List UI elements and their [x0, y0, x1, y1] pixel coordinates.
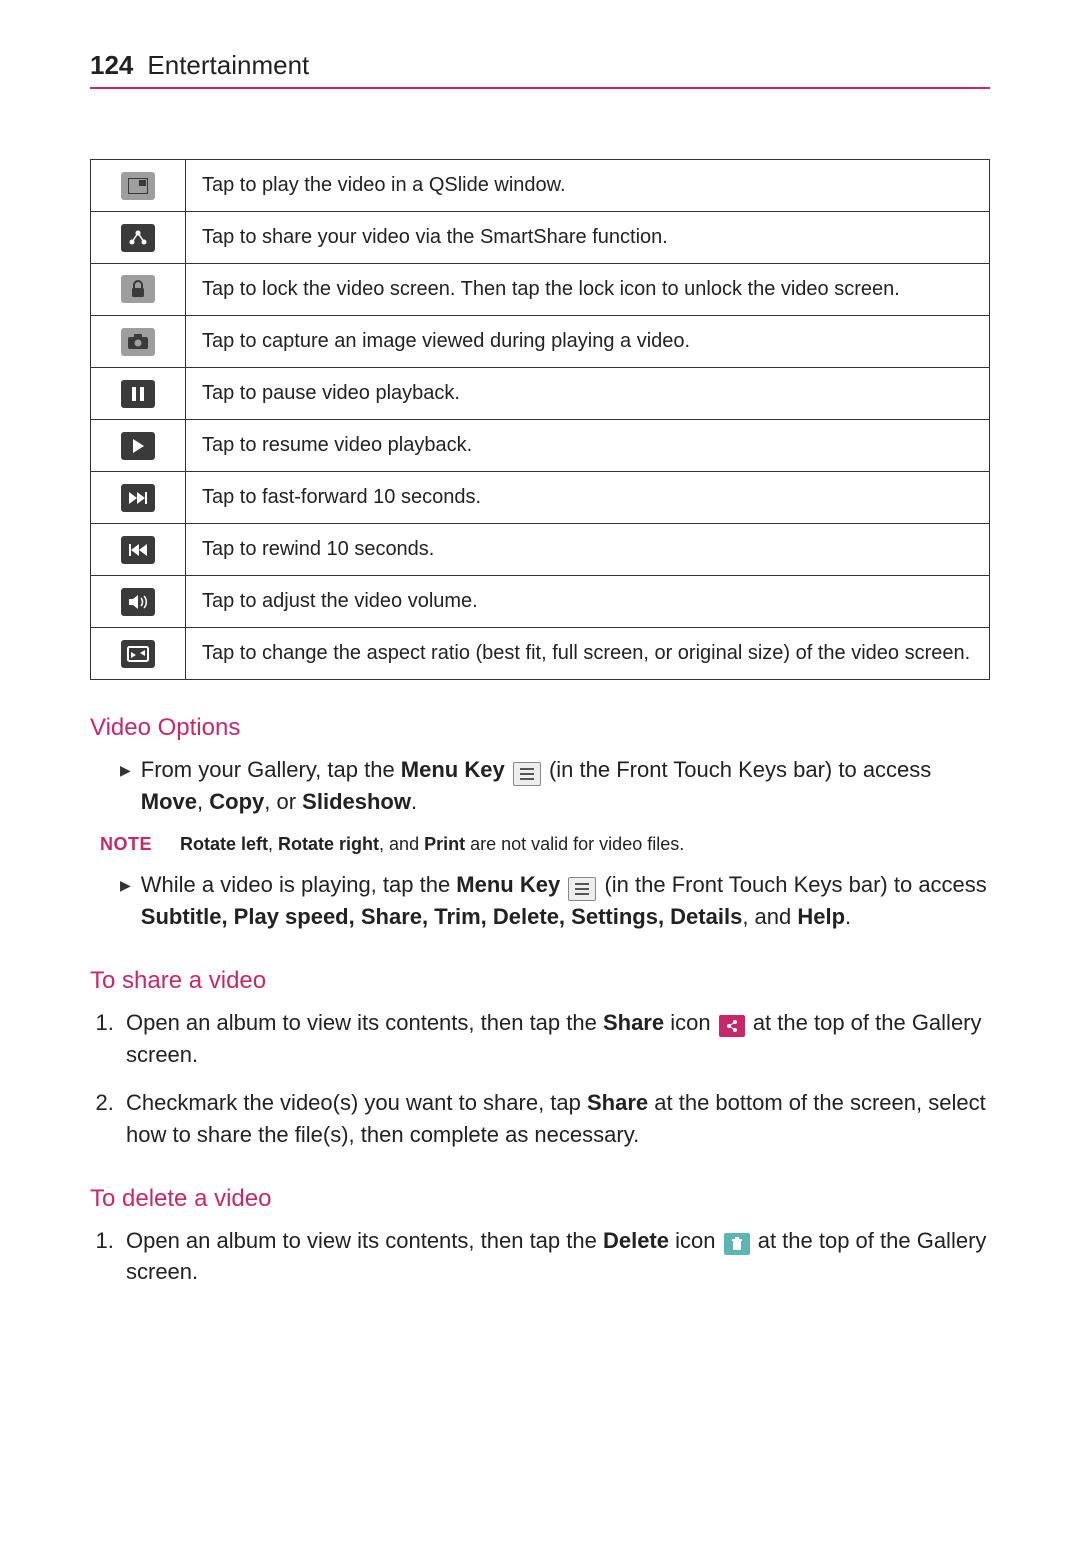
volume-icon-cell — [91, 576, 186, 628]
icon-descriptions-table: Tap to play the video in a QSlide window… — [90, 159, 990, 680]
delete-video-steps: Open an album to view its contents, then… — [90, 1225, 990, 1289]
icon-description: Tap to fast-forward 10 seconds. — [186, 472, 990, 524]
table-row: Tap to pause video playback. — [91, 368, 990, 420]
note-row: NOTE Rotate left, Rotate right, and Prin… — [100, 832, 990, 857]
list-item: Checkmark the video(s) you want to share… — [120, 1087, 990, 1151]
video-options-heading: Video Options — [90, 714, 990, 742]
table-row: Tap to capture an image viewed during pl… — [91, 316, 990, 368]
pause-icon-cell — [91, 368, 186, 420]
table-row: Tap to share your video via the SmartSha… — [91, 212, 990, 264]
table-row: Tap to play the video in a QSlide window… — [91, 160, 990, 212]
aspect-icon — [121, 640, 155, 668]
rwd-icon — [121, 536, 155, 564]
trash-icon — [724, 1233, 750, 1255]
ffwd-icon-cell — [91, 472, 186, 524]
share-icon — [719, 1015, 745, 1037]
capture-icon-cell — [91, 316, 186, 368]
video-options-bullet-2: ▶ While a video is playing, tap the Menu… — [120, 869, 990, 933]
menu-key-icon — [568, 877, 596, 901]
smartshare-icon-cell — [91, 212, 186, 264]
table-row: Tap to change the aspect ratio (best fit… — [91, 628, 990, 680]
pause-icon — [121, 380, 155, 408]
table-row: Tap to rewind 10 seconds. — [91, 524, 990, 576]
delete-video-heading: To delete a video — [90, 1185, 990, 1213]
video-options-bullet-1: ▶ From your Gallery, tap the Menu Key (i… — [120, 754, 990, 818]
icon-description: Tap to change the aspect ratio (best fit… — [186, 628, 990, 680]
play-icon-cell — [91, 420, 186, 472]
page-header: 124 Entertainment — [90, 50, 990, 89]
section-title: Entertainment — [147, 50, 309, 81]
qslide-icon — [121, 172, 155, 200]
icon-description: Tap to share your video via the SmartSha… — [186, 212, 990, 264]
page-number: 124 — [90, 50, 133, 81]
icon-description: Tap to lock the video screen. Then tap t… — [186, 264, 990, 316]
table-row: Tap to lock the video screen. Then tap t… — [91, 264, 990, 316]
menu-key-icon — [513, 762, 541, 786]
table-row: Tap to resume video playback. — [91, 420, 990, 472]
lock-icon-cell — [91, 264, 186, 316]
volume-icon — [121, 588, 155, 616]
manual-page: 124 Entertainment Tap to play the video … — [0, 0, 1080, 1552]
icon-description: Tap to resume video playback. — [186, 420, 990, 472]
ffwd-icon — [121, 484, 155, 512]
icon-description: Tap to adjust the video volume. — [186, 576, 990, 628]
bullet-icon: ▶ — [120, 869, 131, 933]
share-video-heading: To share a video — [90, 967, 990, 995]
share-video-steps: Open an album to view its contents, then… — [90, 1007, 990, 1151]
table-row: Tap to fast-forward 10 seconds. — [91, 472, 990, 524]
rwd-icon-cell — [91, 524, 186, 576]
table-row: Tap to adjust the video volume. — [91, 576, 990, 628]
bullet-icon: ▶ — [120, 754, 131, 818]
icon-description: Tap to pause video playback. — [186, 368, 990, 420]
icon-description: Tap to play the video in a QSlide window… — [186, 160, 990, 212]
icon-description: Tap to capture an image viewed during pl… — [186, 316, 990, 368]
icon-description: Tap to rewind 10 seconds. — [186, 524, 990, 576]
smartshare-icon — [121, 224, 155, 252]
play-icon — [121, 432, 155, 460]
capture-icon — [121, 328, 155, 356]
list-item: Open an album to view its contents, then… — [120, 1225, 990, 1289]
aspect-icon-cell — [91, 628, 186, 680]
note-label: NOTE — [100, 832, 152, 857]
lock-icon — [121, 275, 155, 303]
list-item: Open an album to view its contents, then… — [120, 1007, 990, 1071]
qslide-icon-cell — [91, 160, 186, 212]
